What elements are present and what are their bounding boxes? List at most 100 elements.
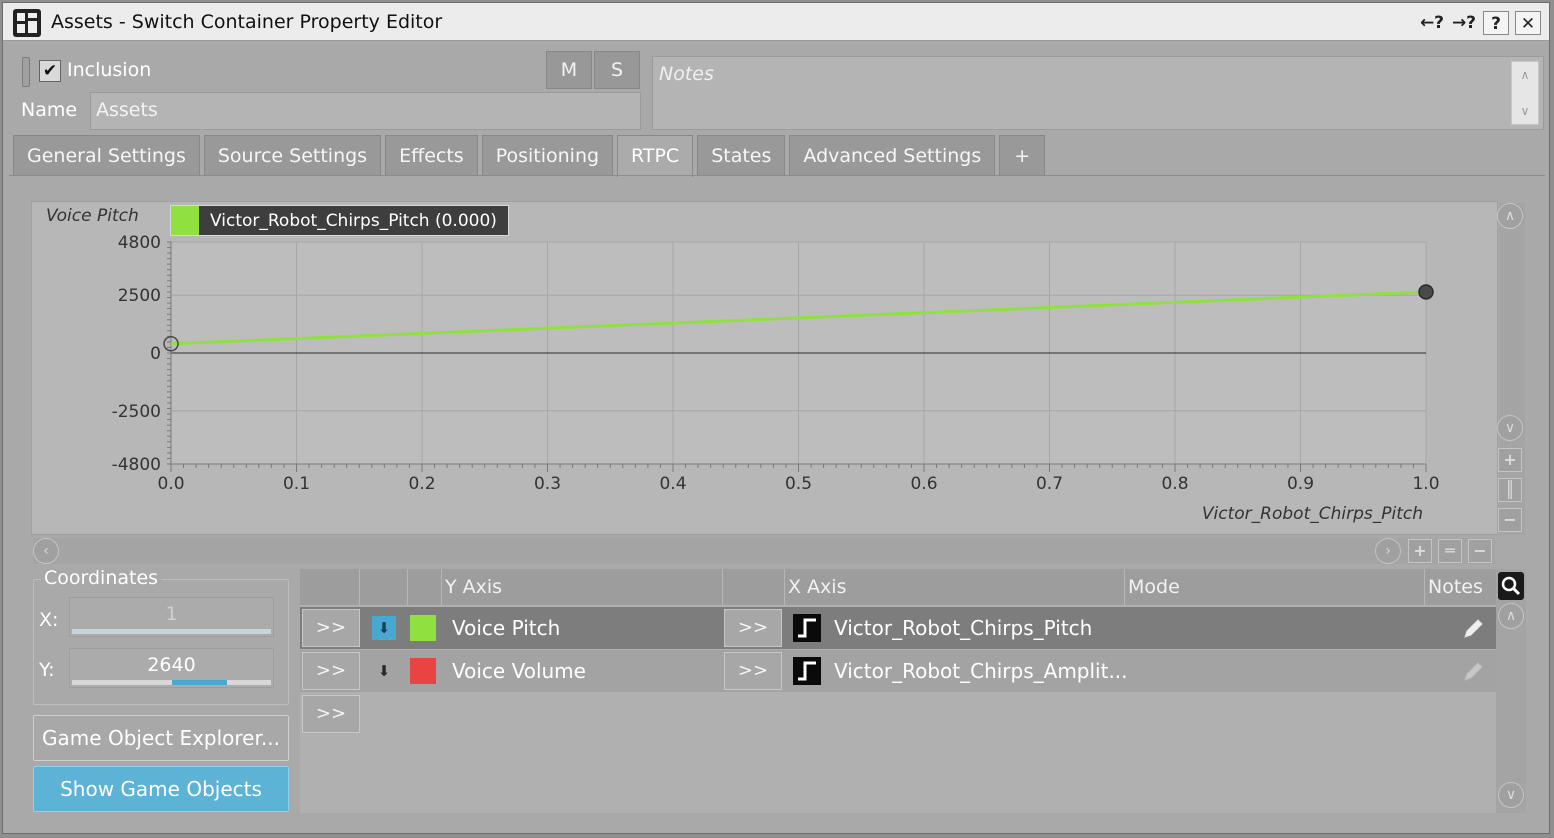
graph-canvas[interactable]: 0.0 0.1 0.2 0.3 0.4 0.5 0.6 0.7 0.8 0.9 1.0 4800 250… — [32, 202, 1499, 536]
x-tick-label: 0.9 — [1287, 474, 1314, 494]
x-tick-label: 0.4 — [659, 474, 686, 494]
drag-handle[interactable] — [22, 57, 30, 87]
table-header: Y Axis X Axis Mode Notes — [300, 569, 1496, 605]
x-tick-label: 0.1 — [283, 474, 310, 494]
y-axis-menu-button[interactable]: >> — [302, 609, 360, 647]
zoom-in-y-icon[interactable]: + — [1498, 448, 1522, 472]
x-axis-name: Victor_Robot_Chirps_Pitch — [834, 616, 1093, 640]
pencil-icon[interactable] — [1460, 659, 1486, 685]
header-pin-column — [359, 569, 407, 605]
window-title: Assets - Switch Container Property Edito… — [51, 11, 443, 33]
curve-color-swatch[interactable] — [410, 615, 436, 641]
x-axis-title: Victor_Robot_Chirps_Pitch — [1201, 504, 1423, 524]
close-button[interactable]: ✕ — [1515, 11, 1541, 35]
tab-rtpc[interactable]: RTPC — [617, 135, 694, 177]
tab-positioning[interactable]: Positioning — [481, 135, 614, 175]
zoom-out-x-icon[interactable]: − — [1468, 539, 1492, 563]
table-row[interactable]: >> ⬇ Voice Pitch >> Victor_Robot_Chirps_… — [300, 607, 1496, 649]
graph-legend: Victor_Robot_Chirps_Pitch (0.000) — [170, 205, 509, 236]
app-icon — [13, 9, 41, 37]
scroll-left-icon[interactable]: ‹ — [33, 538, 59, 564]
pencil-icon[interactable] — [1460, 616, 1486, 642]
y-axis-menu-button[interactable]: >> — [302, 652, 360, 690]
table-row[interactable]: >> ⬇ Voice Volume >> Victor_Robot_Chirps… — [300, 650, 1496, 692]
graph-horizontal-scrollbar[interactable] — [33, 538, 1495, 564]
x-coordinate-slider[interactable] — [72, 629, 271, 634]
legend-swatch — [171, 206, 199, 235]
dock-left-icon[interactable]: ←? — [1419, 11, 1445, 35]
title-bar: Assets - Switch Container Property Edito… — [3, 3, 1549, 41]
game-object-explorer-button[interactable]: Game Object Explorer... — [33, 715, 289, 761]
x-axis-menu-button[interactable]: >> — [724, 652, 782, 690]
x-axis-menu-button[interactable]: >> — [724, 609, 782, 647]
x-axis-name: Victor_Robot_Chirps_Amplit... — [834, 659, 1128, 683]
curve-color-swatch[interactable] — [410, 658, 436, 684]
show-game-objects-button[interactable]: Show Game Objects — [33, 766, 289, 812]
mute-button[interactable]: M — [546, 51, 592, 89]
inclusion-checkbox[interactable]: ✔ — [39, 60, 61, 82]
rtpc-table: Y Axis X Axis Mode Notes >> ⬇ Voice Pitc… — [300, 569, 1496, 813]
zoom-in-x-icon[interactable]: + — [1408, 539, 1432, 563]
tab-divider — [9, 175, 1545, 176]
tab-bar: General Settings Source Settings Effects… — [13, 135, 1046, 177]
header-mode[interactable]: Mode — [1124, 569, 1364, 605]
help-button[interactable]: ? — [1483, 11, 1509, 35]
add-tab-button[interactable]: + — [999, 135, 1046, 175]
fit-x-icon[interactable]: ═ — [1438, 539, 1462, 563]
scroll-down-icon[interactable]: ∨ — [1497, 415, 1523, 441]
chevron-up-icon[interactable]: ∧ — [1512, 68, 1538, 82]
header-notes[interactable]: Notes — [1424, 569, 1496, 605]
y-coordinate-input[interactable]: 2640 — [69, 648, 274, 688]
tab-general-settings[interactable]: General Settings — [13, 135, 200, 175]
chevron-down-icon[interactable]: ∨ — [1512, 104, 1538, 118]
rtpc-graph[interactable]: 0.0 0.1 0.2 0.3 0.4 0.5 0.6 0.7 0.8 0.9 1.0 4800 250… — [31, 201, 1498, 535]
scroll-right-icon[interactable]: › — [1375, 538, 1401, 564]
zoom-out-y-icon[interactable]: − — [1498, 508, 1522, 532]
x-tick-label: 1.0 — [1412, 474, 1439, 494]
y-axis-name: Voice Pitch — [452, 616, 561, 640]
y-axis-title: Voice Pitch — [46, 206, 139, 226]
header-color-column — [407, 569, 441, 605]
solo-button[interactable]: S — [594, 51, 640, 89]
notes-field[interactable]: Notes ∧ ∨ — [652, 56, 1544, 130]
header-x-axis[interactable]: X Axis — [784, 569, 1124, 605]
table-scroll-down-icon[interactable]: ∨ — [1498, 782, 1524, 808]
add-rtpc-button[interactable]: >> — [302, 695, 360, 733]
x-coordinate-label: X: — [39, 609, 59, 631]
table-scroll-up-icon[interactable]: ∧ — [1498, 603, 1524, 629]
pin-icon[interactable]: ⬇ — [372, 659, 396, 683]
x-tick-label: 0.5 — [785, 474, 812, 494]
y-tick-label: 2500 — [118, 286, 161, 306]
game-parameter-icon — [793, 657, 821, 685]
header-y-axis[interactable]: Y Axis — [441, 569, 722, 605]
x-tick-label: 0.7 — [1036, 474, 1063, 494]
y-tick-label: 4800 — [118, 233, 161, 253]
x-tick-label: 0.3 — [534, 474, 561, 494]
pin-icon[interactable]: ⬇ — [372, 616, 396, 640]
tab-advanced-settings[interactable]: Advanced Settings — [789, 135, 996, 175]
y-tick-label: -4800 — [112, 455, 161, 475]
legend-label: Victor_Robot_Chirps_Pitch (0.000) — [210, 210, 497, 231]
x-coordinate-input[interactable]: 1 — [69, 597, 274, 637]
notes-scrollbar[interactable]: ∧ ∨ — [1511, 61, 1539, 125]
curve-point[interactable] — [1418, 284, 1434, 300]
inclusion-label: Inclusion — [67, 59, 152, 81]
search-icon[interactable] — [1498, 572, 1524, 600]
name-input[interactable]: Assets — [90, 92, 641, 130]
fit-y-icon[interactable]: ║ — [1498, 478, 1522, 502]
x-tick-label: 0.6 — [910, 474, 937, 494]
tab-effects[interactable]: Effects — [385, 135, 478, 175]
tab-source-settings[interactable]: Source Settings — [203, 135, 382, 175]
y-coordinate-slider[interactable] — [171, 680, 228, 685]
game-parameter-icon — [793, 614, 821, 642]
header-x-arrow-column — [722, 569, 784, 605]
x-coordinate-value: 1 — [165, 603, 178, 625]
notes-placeholder: Notes — [659, 63, 714, 85]
y-axis-name: Voice Volume — [452, 659, 586, 683]
tab-states[interactable]: States — [697, 135, 786, 175]
coordinates-title: Coordinates — [41, 567, 162, 589]
dock-right-icon[interactable]: →? — [1451, 11, 1477, 35]
y-coordinate-label: Y: — [39, 659, 55, 681]
x-tick-label: 0.0 — [157, 474, 184, 494]
scroll-up-icon[interactable]: ∧ — [1497, 203, 1523, 229]
